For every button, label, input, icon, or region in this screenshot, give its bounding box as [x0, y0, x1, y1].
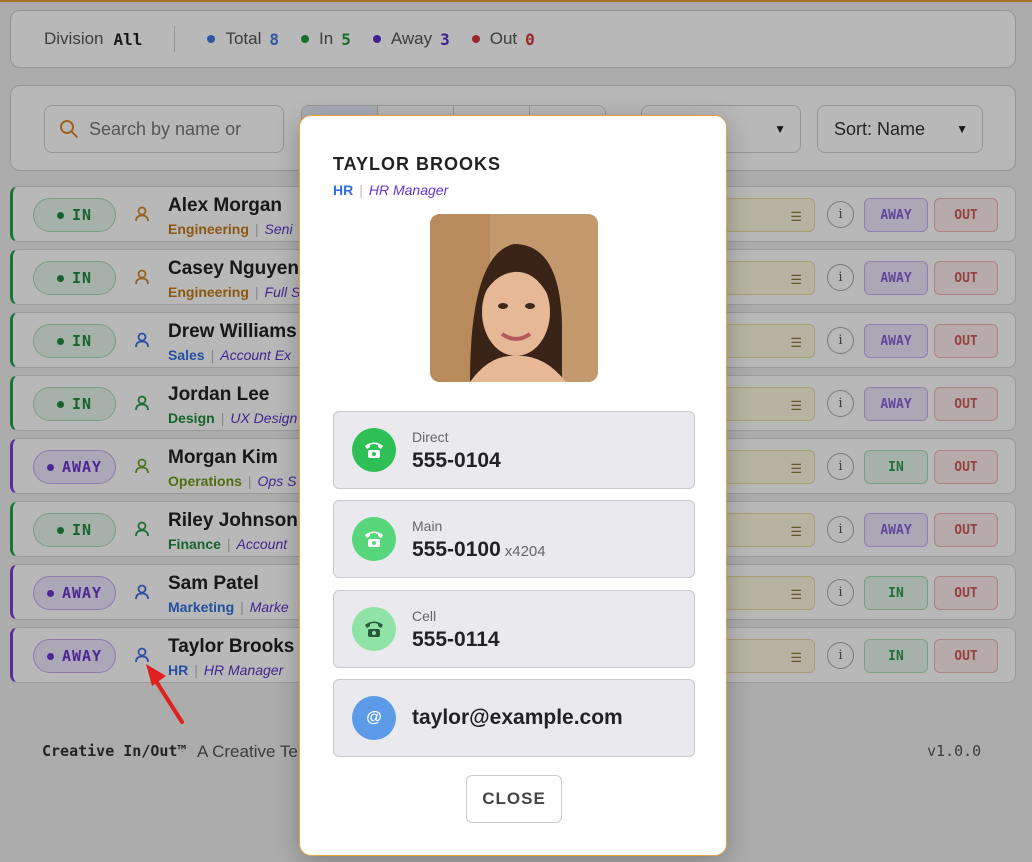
phone-icon: [352, 428, 396, 472]
contact-value: 555-0100 x4204: [412, 538, 546, 561]
phone-icon: [352, 607, 396, 651]
modal-meta: HR | HR Manager: [333, 182, 448, 198]
contact-card-email[interactable]: @ taylor@example.com: [333, 679, 695, 757]
contact-label: Main: [412, 518, 443, 534]
contact-label: Cell: [412, 608, 437, 624]
contact-email: taylor@example.com: [412, 706, 623, 729]
at-icon: @: [352, 696, 396, 740]
contact-label: Direct: [412, 429, 449, 445]
arrow-annotation-icon: [146, 664, 184, 724]
modal-title: HR Manager: [368, 182, 449, 198]
profile-photo: [430, 214, 598, 382]
modal-name: TAYLOR BROOKS: [333, 154, 502, 174]
close-button[interactable]: CLOSE: [466, 775, 562, 823]
contact-card-cell[interactable]: Cell 555-0114: [333, 590, 695, 668]
contact-extension: x4204: [504, 543, 546, 560]
contact-modal: TAYLOR BROOKS HR | HR Manager Direct 555-0…: [299, 115, 727, 856]
contact-card-main[interactable]: Main 555-0100 x4204: [333, 500, 695, 578]
contact-value: 555-0104: [412, 449, 501, 472]
modal-division: HR: [333, 182, 354, 198]
contact-value: 555-0114: [412, 628, 500, 651]
phone-icon: [352, 517, 396, 561]
contact-card-direct[interactable]: Direct 555-0104: [333, 411, 695, 489]
meta-divider: |: [359, 182, 363, 198]
